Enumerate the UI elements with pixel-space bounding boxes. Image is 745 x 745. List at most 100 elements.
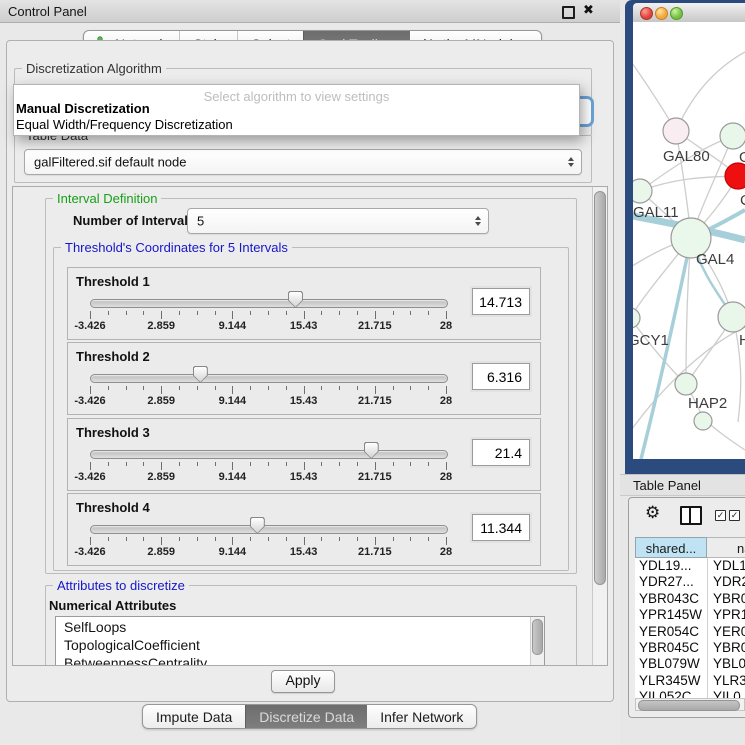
slider-tick-label: 28 <box>440 546 452 558</box>
slider-tick <box>393 462 394 466</box>
table-row[interactable]: YBL079WYBL0 <box>635 656 745 672</box>
slider-tick <box>428 311 429 315</box>
threshold-panel-2: Threshold 2-3.4262.8599.14415.4321.71528… <box>67 342 541 415</box>
node-h[interactable] <box>718 302 745 332</box>
slider-tick <box>232 462 233 470</box>
threshold-value-field[interactable]: 21.4 <box>472 439 530 466</box>
tab-impute-data[interactable]: Impute Data <box>143 705 245 728</box>
slider-track[interactable] <box>90 299 448 308</box>
tab-infer-network[interactable]: Infer Network <box>367 705 476 728</box>
slider-tick <box>143 386 144 390</box>
tab-label: Discretize Data <box>259 709 354 725</box>
settings-vertical-scrollbar[interactable] <box>592 187 607 665</box>
panel-title: Control Panel <box>8 4 87 19</box>
node-gcy1[interactable] <box>633 308 640 328</box>
slider-tick-label: 15.43 <box>290 471 318 483</box>
node-partial[interactable] <box>694 412 712 430</box>
slider-track[interactable] <box>90 374 448 383</box>
slider-tick <box>108 311 109 315</box>
node-red-selected[interactable] <box>725 163 745 189</box>
slider-tick <box>321 462 322 466</box>
float-window-icon[interactable] <box>562 6 575 19</box>
gear-icon[interactable]: ⚙ <box>645 504 660 521</box>
cell-shared-name: YIL052C <box>639 689 692 698</box>
slider-tick <box>357 537 358 541</box>
checkbox-icon[interactable]: ✓ <box>715 510 726 521</box>
number-of-intervals-value: 5 <box>197 214 204 229</box>
table-row[interactable]: YBR045CYBR0 <box>635 640 745 656</box>
slider-tick-label: 28 <box>440 471 452 483</box>
threshold-panel-4: Threshold 4-3.4262.8599.14415.4321.71528… <box>67 493 541 566</box>
table-row[interactable]: YDR27...YDR2 <box>635 574 745 590</box>
slider-tick <box>143 311 144 315</box>
table-data-combobox[interactable]: galFiltered.sif default node <box>24 149 582 175</box>
slider-handle[interactable] <box>193 366 208 383</box>
slider-tick <box>90 537 91 545</box>
slider-tick <box>446 537 447 545</box>
attribute-item-selfloops[interactable]: SelfLoops <box>56 619 544 635</box>
node-gal11[interactable] <box>633 179 652 203</box>
network-canvas[interactable]: GAL80 G C GAL11 GAL4 GCY1 H HAP2 <box>633 22 745 459</box>
slider-handle[interactable] <box>364 442 379 459</box>
table-horizontal-scrollbar[interactable] <box>635 698 745 711</box>
algorithm-dropdown-popup: Select algorithm to view settings Manual… <box>13 84 580 136</box>
threshold-value-field[interactable]: 6.316 <box>472 363 530 390</box>
table-row[interactable]: YDL19...YDL1 <box>635 558 745 574</box>
checkbox-icon[interactable]: ✓ <box>729 510 740 521</box>
tab-discretize-data[interactable]: Discretize Data <box>245 705 367 728</box>
node-gal80[interactable] <box>663 118 689 144</box>
cell-shared-name: YBL079W <box>639 656 700 671</box>
slider-tick-label: 15.43 <box>290 320 318 332</box>
dropdown-option-manual-discretization[interactable]: Manual Discretization <box>16 101 150 116</box>
number-of-intervals-combobox[interactable]: 5 <box>187 208 489 234</box>
attribute-item-betweennesscentrality[interactable]: BetweennessCentrality <box>56 655 544 666</box>
combobox-stepper-icon <box>568 157 574 167</box>
slider-handle[interactable] <box>250 517 265 534</box>
attributes-list-scrollbar[interactable] <box>530 617 544 666</box>
apply-button[interactable]: Apply <box>271 670 335 693</box>
node-label: C <box>740 192 745 209</box>
table-row[interactable]: YIL052CYIL0 <box>635 689 745 698</box>
scrollbar-thumb[interactable] <box>638 700 740 711</box>
network-window-titlebar[interactable] <box>633 3 745 23</box>
slider-tick <box>357 462 358 466</box>
slider-tick-label: 2.859 <box>147 471 175 483</box>
column-header-name[interactable]: na <box>707 537 745 558</box>
slider-track[interactable] <box>90 450 448 459</box>
columns-icon[interactable] <box>680 506 702 525</box>
slider-track[interactable] <box>90 525 448 534</box>
slider-tick-label: 9.144 <box>219 395 247 407</box>
table-row[interactable]: YLR345WYLR3 <box>635 673 745 689</box>
slider-handle-face <box>251 518 264 533</box>
slider-tick-label: 28 <box>440 320 452 332</box>
close-traffic-light-icon[interactable] <box>640 7 653 20</box>
number-of-intervals-label: Number of Intervals <box>73 213 195 228</box>
table-row[interactable]: YER054CYER0 <box>635 624 745 640</box>
column-header-shared-name[interactable]: shared... <box>635 537 707 558</box>
thresholds-group-title: Threshold's Coordinates for 5 Intervals <box>61 240 292 255</box>
table-data-combobox-value: galFiltered.sif default node <box>34 155 186 170</box>
node-hap2[interactable] <box>675 373 697 395</box>
minimize-traffic-light-icon[interactable] <box>655 7 668 20</box>
slider-tick <box>393 386 394 390</box>
scrollbar-thumb[interactable] <box>594 191 606 585</box>
table-row[interactable]: YPR145WYPR1 <box>635 607 745 623</box>
attribute-item-topologicalcoefficient[interactable]: TopologicalCoefficient <box>56 637 544 653</box>
zoom-traffic-light-icon[interactable] <box>670 7 683 20</box>
table-row[interactable]: YBR043CYBR0 <box>635 591 745 607</box>
slider-tick <box>286 386 287 390</box>
slider-tick-label: 15.43 <box>290 395 318 407</box>
cell-shared-name: YER054C <box>639 624 699 639</box>
node-label: GAL11 <box>633 204 679 221</box>
slider-tick-label: 21.715 <box>358 471 392 483</box>
slider-tick <box>161 537 162 545</box>
dropdown-option-equal-width-frequency[interactable]: Equal Width/Frequency Discretization <box>16 117 233 132</box>
node-g[interactable] <box>720 123 745 149</box>
close-icon[interactable]: ✖ <box>583 2 594 18</box>
slider-tick <box>268 462 269 466</box>
cell-shared-name: YDR27... <box>639 574 694 589</box>
scrollbar-thumb[interactable] <box>532 619 543 655</box>
threshold-value-field[interactable]: 14.713 <box>472 288 530 315</box>
slider-handle[interactable] <box>288 291 303 308</box>
threshold-value-field[interactable]: 11.344 <box>472 514 530 541</box>
